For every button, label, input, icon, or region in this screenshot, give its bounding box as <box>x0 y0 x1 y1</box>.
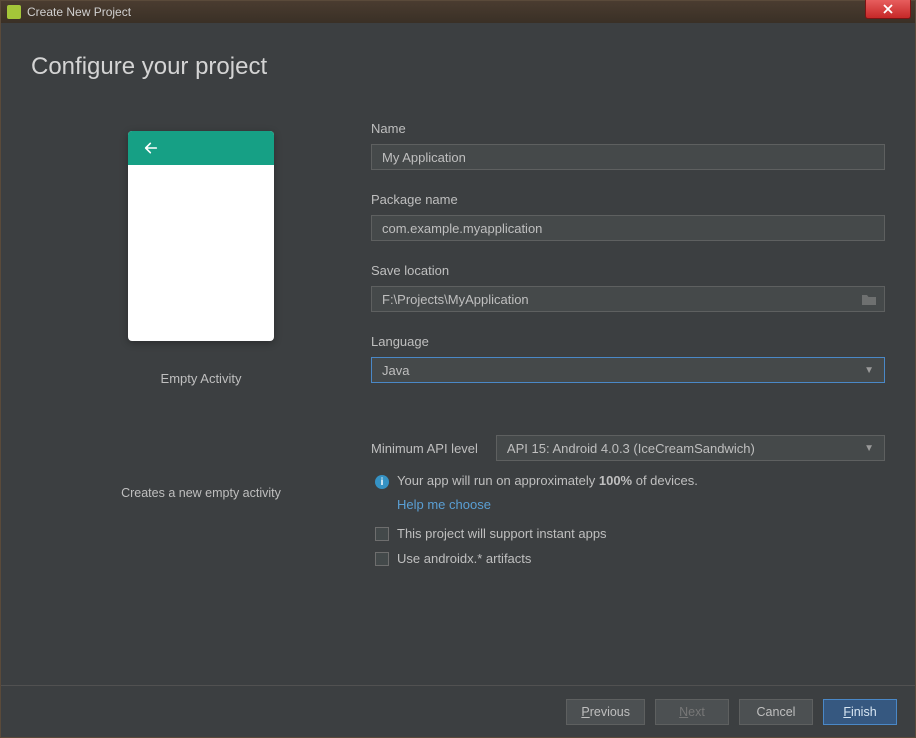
finish-button[interactable]: Finish <box>823 699 897 725</box>
name-field: Name <box>371 121 885 170</box>
name-input[interactable] <box>371 144 885 170</box>
api-level-value: API 15: Android 4.0.3 (IceCreamSandwich) <box>507 441 755 456</box>
template-preview-column: Empty Activity Creates a new empty activ… <box>31 121 371 685</box>
package-field: Package name <box>371 192 885 241</box>
content-area: Configure your project Empty Activity Cr… <box>1 23 915 685</box>
info-icon: i <box>375 475 389 489</box>
package-label: Package name <box>371 192 885 207</box>
package-input[interactable] <box>371 215 885 241</box>
android-studio-icon <box>7 5 21 19</box>
location-input[interactable] <box>371 286 885 312</box>
api-info-row: i Your app will run on approximately 100… <box>371 473 885 489</box>
previous-button[interactable]: Previous <box>566 699 645 725</box>
androidx-row: Use androidx.* artifacts <box>371 551 885 566</box>
language-value: Java <box>382 363 409 378</box>
androidx-label: Use androidx.* artifacts <box>397 551 531 566</box>
api-level-row: Minimum API level API 15: Android 4.0.3 … <box>371 435 885 461</box>
instant-apps-checkbox[interactable] <box>375 527 389 541</box>
template-name: Empty Activity <box>161 371 242 386</box>
language-field: Language Java ▼ <box>371 334 885 383</box>
window-title: Create New Project <box>27 5 131 19</box>
close-icon <box>882 4 894 14</box>
browse-folder-icon[interactable] <box>861 292 877 306</box>
back-arrow-icon <box>142 140 160 156</box>
close-button[interactable] <box>865 0 911 19</box>
help-me-choose-link[interactable]: Help me choose <box>397 497 885 512</box>
instant-apps-label: This project will support instant apps <box>397 526 607 541</box>
preview-appbar <box>128 131 274 165</box>
api-level-label: Minimum API level <box>371 441 478 456</box>
form-column: Name Package name Save location Language <box>371 121 885 685</box>
androidx-checkbox[interactable] <box>375 552 389 566</box>
cancel-button[interactable]: Cancel <box>739 699 813 725</box>
name-label: Name <box>371 121 885 136</box>
template-description: Creates a new empty activity <box>121 486 281 500</box>
titlebar[interactable]: Create New Project <box>1 1 915 23</box>
body: Empty Activity Creates a new empty activ… <box>31 121 885 685</box>
instant-apps-row: This project will support instant apps <box>371 526 885 541</box>
footer-buttons: Previous Next Cancel Finish <box>1 685 915 737</box>
api-info-text: Your app will run on approximately 100% … <box>397 473 698 488</box>
location-field: Save location <box>371 263 885 312</box>
language-label: Language <box>371 334 885 349</box>
next-button[interactable]: Next <box>655 699 729 725</box>
page-heading: Configure your project <box>31 53 885 81</box>
chevron-down-icon: ▼ <box>864 365 874 376</box>
language-select[interactable]: Java ▼ <box>371 357 885 383</box>
location-label: Save location <box>371 263 885 278</box>
dialog-window: Create New Project Configure your projec… <box>0 0 916 738</box>
chevron-down-icon: ▼ <box>864 443 874 454</box>
template-preview <box>128 131 274 341</box>
api-level-select[interactable]: API 15: Android 4.0.3 (IceCreamSandwich)… <box>496 435 885 461</box>
